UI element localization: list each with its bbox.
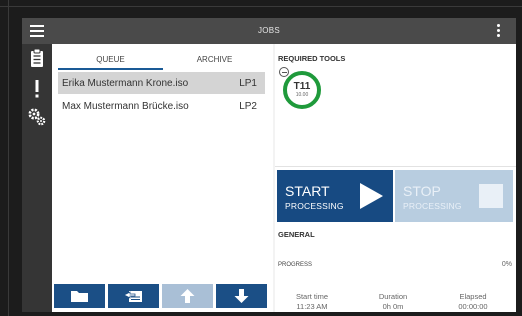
progress-value: 0% <box>501 261 512 268</box>
queue-item-slot: LP2 <box>239 101 257 112</box>
move-down-button[interactable] <box>216 284 267 308</box>
app-screen: JOBS QUEUE ARCHIVE Erika Mustermann Kron… <box>22 18 516 312</box>
frame-border-left <box>8 0 9 316</box>
progress-label: PROGRESS <box>278 262 313 268</box>
duration-label: Duration <box>378 292 408 301</box>
start-sub: PROCESSING <box>285 201 344 211</box>
arrow-up-icon <box>180 289 195 303</box>
tool-sub: 10.00 <box>295 92 309 98</box>
tool-ring: T11 10.00 <box>283 71 321 109</box>
sidebar <box>22 44 52 312</box>
tab-archive[interactable]: ARCHIVE <box>162 55 267 64</box>
tab-queue[interactable]: QUEUE <box>58 55 163 64</box>
tool-badge[interactable]: T11 10.00 <box>279 67 321 109</box>
import-icon <box>123 291 142 302</box>
remove-tool-icon[interactable] <box>279 67 289 77</box>
queue-item-name: Max Mustermann Brücke.iso <box>62 101 189 112</box>
queue-item[interactable]: Max Mustermann Brücke.iso LP2 <box>58 95 265 117</box>
divider <box>275 166 516 167</box>
page-title: JOBS <box>257 26 281 35</box>
play-icon <box>360 183 383 209</box>
alert-icon[interactable] <box>22 76 52 102</box>
queue-item-name: Erika Mustermann Krone.iso <box>62 78 189 89</box>
import-button[interactable] <box>108 284 159 308</box>
gears-icon[interactable] <box>22 104 52 130</box>
duration-value: 0h 0m <box>382 302 404 311</box>
frame-border-top <box>0 6 522 7</box>
move-up-button[interactable] <box>162 284 213 308</box>
required-tools-label: REQUIRED TOOLS <box>278 54 346 63</box>
active-tab-indicator <box>58 68 163 70</box>
job-detail-panel: REQUIRED TOOLS T11 10.00 START PROCESSIN… <box>275 44 516 312</box>
tool-name: T11 <box>293 81 311 92</box>
start-time-value: 11:23 AM <box>296 302 328 311</box>
general-label: GENERAL <box>278 230 315 239</box>
start-label: START <box>285 183 330 199</box>
job-list-panel: QUEUE ARCHIVE Erika Mustermann Krone.iso… <box>52 44 273 312</box>
stop-icon <box>479 184 503 208</box>
elapsed-label: Elapsed <box>459 292 487 301</box>
queue-item-slot: LP1 <box>239 78 257 89</box>
clipboard-icon[interactable] <box>22 46 52 72</box>
stop-processing-button[interactable]: STOP PROCESSING <box>395 170 513 222</box>
stop-label: STOP <box>403 183 441 199</box>
kebab-icon[interactable] <box>497 24 501 38</box>
elapsed-value: 00:00:00 <box>458 302 488 311</box>
start-processing-button[interactable]: START PROCESSING <box>277 170 393 222</box>
top-bar: JOBS <box>22 18 516 44</box>
start-time-label: Start time <box>295 292 329 301</box>
folder-icon <box>71 291 88 302</box>
queue-item-selected[interactable]: Erika Mustermann Krone.iso LP1 <box>58 72 265 94</box>
open-folder-button[interactable] <box>54 284 105 308</box>
arrow-down-icon <box>234 289 249 303</box>
stop-sub: PROCESSING <box>403 201 462 211</box>
